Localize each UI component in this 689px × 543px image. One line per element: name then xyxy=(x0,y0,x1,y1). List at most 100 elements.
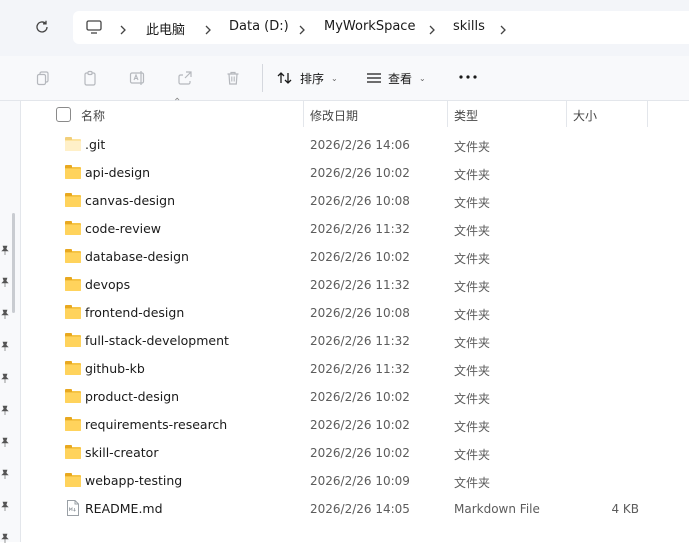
column-divider[interactable] xyxy=(303,101,304,127)
file-size: 4 KB xyxy=(611,502,639,516)
file-row[interactable]: product-design 2026/2/26 10:02 文件夹 xyxy=(21,383,689,411)
chevron-right-icon[interactable] xyxy=(118,21,128,40)
pin-icon[interactable] xyxy=(1,405,9,415)
pin-icon[interactable] xyxy=(1,309,9,319)
column-modified-header[interactable]: 修改日期 xyxy=(310,107,358,124)
paste-button[interactable] xyxy=(80,68,100,88)
file-row[interactable]: skill-creator 2026/2/26 10:02 文件夹 xyxy=(21,439,689,467)
file-name: frontend-design xyxy=(85,305,185,320)
paste-icon xyxy=(84,70,96,86)
breadcrumb-drive-d[interactable]: Data (D:) xyxy=(229,19,289,34)
file-row[interactable]: requirements-research 2026/2/26 10:02 文件… xyxy=(21,411,689,439)
folder-icon xyxy=(65,221,81,235)
file-name: .git xyxy=(85,137,106,152)
file-row[interactable]: api-design 2026/2/26 10:02 文件夹 xyxy=(21,159,689,187)
markdown-file-icon xyxy=(65,500,81,516)
file-type: 文件夹 xyxy=(454,392,491,406)
file-row[interactable]: .git 2026/2/26 14:06 文件夹 xyxy=(21,131,689,159)
file-name: devops xyxy=(85,277,131,292)
file-modified: 2026/2/26 10:02 xyxy=(310,250,410,264)
folder-icon xyxy=(65,361,81,375)
chevron-right-icon[interactable] xyxy=(203,21,213,40)
rename-icon xyxy=(129,71,145,85)
pin-icon[interactable] xyxy=(1,437,9,447)
share-button[interactable] xyxy=(175,68,195,88)
select-all-checkbox[interactable] xyxy=(56,107,71,122)
column-size-header[interactable]: 大小 xyxy=(573,107,597,124)
view-button[interactable]: 查看 ⌄ xyxy=(366,64,426,92)
file-row[interactable]: full-stack-development 2026/2/26 11:32 文… xyxy=(21,327,689,355)
file-name: skill-creator xyxy=(85,445,159,460)
pin-icon[interactable] xyxy=(1,373,9,383)
column-type-header[interactable]: 类型 xyxy=(454,107,478,124)
file-type: Markdown File xyxy=(454,502,540,516)
file-type: 文件夹 xyxy=(454,336,491,350)
file-row[interactable]: README.md 2026/2/26 14:05 Markdown File … xyxy=(21,495,689,523)
file-row[interactable]: webapp-testing 2026/2/26 10:09 文件夹 xyxy=(21,467,689,495)
file-modified: 2026/2/26 10:02 xyxy=(310,418,410,432)
file-name: webapp-testing xyxy=(85,473,183,488)
sort-icon xyxy=(277,72,292,84)
file-row[interactable]: github-kb 2026/2/26 11:32 文件夹 xyxy=(21,355,689,383)
file-name: database-design xyxy=(85,249,189,264)
file-name: requirements-research xyxy=(85,417,228,432)
sort-label: 排序 xyxy=(300,71,325,86)
pin-icon[interactable] xyxy=(1,245,9,255)
column-header: ⌃ 名称 修改日期 类型 大小 xyxy=(21,97,689,127)
chevron-down-icon: ⌄ xyxy=(331,73,338,83)
folder-icon xyxy=(65,305,81,319)
address-bar[interactable]: 此电脑 Data (D:) MyWorkSpace skills xyxy=(73,11,689,44)
pin-icon[interactable] xyxy=(1,341,9,351)
refresh-icon xyxy=(36,20,48,33)
view-list-icon xyxy=(367,73,381,83)
file-modified: 2026/2/26 14:06 xyxy=(310,138,410,152)
breadcrumb-myworkspace[interactable]: MyWorkSpace xyxy=(324,19,415,34)
file-row[interactable]: canvas-design 2026/2/26 10:08 文件夹 xyxy=(21,187,689,215)
folder-icon xyxy=(65,473,81,487)
folder-icon xyxy=(65,389,81,403)
folder-icon xyxy=(65,417,81,431)
file-row[interactable]: database-design 2026/2/26 10:02 文件夹 xyxy=(21,243,689,271)
file-row[interactable]: frontend-design 2026/2/26 10:08 文件夹 xyxy=(21,299,689,327)
column-divider[interactable] xyxy=(447,101,448,127)
file-type: 文件夹 xyxy=(454,168,491,182)
copy-icon xyxy=(36,71,49,86)
folder-icon xyxy=(65,165,81,179)
pin-icon[interactable] xyxy=(1,501,9,511)
sort-ascending-icon: ⌃ xyxy=(173,97,182,108)
folder-icon xyxy=(65,249,81,263)
file-modified: 2026/2/26 10:08 xyxy=(310,194,410,208)
file-type: 文件夹 xyxy=(454,196,491,210)
address-bar-row: 此电脑 Data (D:) MyWorkSpace skills xyxy=(0,0,689,56)
breadcrumb-this-pc[interactable]: 此电脑 xyxy=(146,19,185,38)
folder-hidden-icon xyxy=(65,137,81,151)
copy-button[interactable] xyxy=(33,68,53,88)
pin-icon[interactable] xyxy=(1,277,9,287)
file-modified: 2026/2/26 10:02 xyxy=(310,446,410,460)
column-name-header[interactable]: 名称 xyxy=(81,107,105,124)
chevron-right-icon[interactable] xyxy=(498,21,508,40)
column-divider[interactable] xyxy=(647,101,648,127)
file-type: 文件夹 xyxy=(454,476,491,490)
file-row[interactable]: devops 2026/2/26 11:32 文件夹 xyxy=(21,271,689,299)
rename-button[interactable] xyxy=(128,68,148,88)
file-name: canvas-design xyxy=(85,193,176,208)
pin-icon[interactable] xyxy=(1,469,9,479)
file-row[interactable]: code-review 2026/2/26 11:32 文件夹 xyxy=(21,215,689,243)
file-modified: 2026/2/26 11:32 xyxy=(310,362,410,376)
sort-button[interactable]: 排序 ⌄ xyxy=(276,64,338,92)
breadcrumb-skills[interactable]: skills xyxy=(453,19,485,34)
chevron-right-icon[interactable] xyxy=(297,21,307,40)
column-divider[interactable] xyxy=(566,101,567,127)
nav-scrollbar[interactable] xyxy=(12,213,15,313)
file-type: 文件夹 xyxy=(454,252,491,266)
file-name: product-design xyxy=(85,389,180,404)
file-modified: 2026/2/26 11:32 xyxy=(310,222,410,236)
chevron-right-icon[interactable] xyxy=(427,21,437,40)
file-type: 文件夹 xyxy=(454,224,491,238)
refresh-button[interactable] xyxy=(29,14,55,40)
more-options-button[interactable] xyxy=(457,66,479,88)
file-modified: 2026/2/26 10:08 xyxy=(310,306,410,320)
file-type: 文件夹 xyxy=(454,364,491,378)
delete-button[interactable] xyxy=(223,68,243,88)
